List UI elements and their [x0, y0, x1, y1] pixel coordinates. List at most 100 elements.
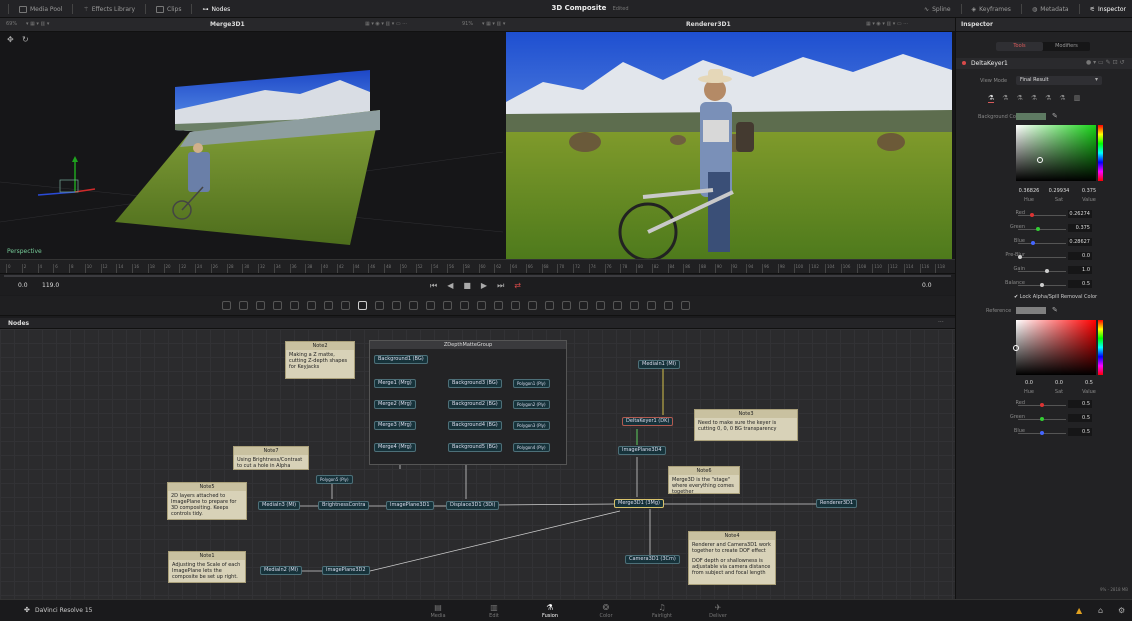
light3d-tool-icon[interactable]	[579, 301, 588, 310]
keyer-tab-settings-icon[interactable]: ▥	[1074, 94, 1081, 103]
keyframes-button[interactable]: ◈ Keyframes	[972, 6, 1011, 13]
red-value[interactable]: 0.26274	[1068, 210, 1092, 218]
node-brightness-contrast[interactable]: BrightnessContra	[318, 501, 370, 510]
note4[interactable]: Note4 Renderer and Camera3D1 work togeth…	[688, 531, 776, 585]
text3d-tool-icon[interactable]	[511, 301, 520, 310]
viewer2-options[interactable]: ▦ ▾ ◉ ▾ ▥ ▾ ▭ ···	[866, 21, 908, 27]
home-icon[interactable]: ⌂	[1098, 606, 1103, 615]
keyer-tab-pre-matte-icon[interactable]: ⚗	[1002, 94, 1008, 103]
color-picker-cursor[interactable]	[1037, 157, 1043, 163]
node-merge2[interactable]: Merge2 (Mrg)	[374, 400, 416, 409]
node-merge3[interactable]: Merge3 (Mrg)	[374, 421, 416, 430]
reference-color-swatch[interactable]	[1016, 307, 1046, 314]
reference-eyedropper-icon[interactable]: ✎	[1052, 306, 1058, 314]
particle-tool-icon[interactable]	[494, 301, 503, 310]
ref-sat-value[interactable]: 0.0	[1046, 380, 1072, 386]
page-fairlight[interactable]: ♫ Fairlight	[642, 603, 682, 619]
loop-icon[interactable]: ⇄	[514, 281, 521, 291]
node-background2[interactable]: Background2 (BG)	[448, 400, 502, 409]
go-to-end-icon[interactable]: ⏭	[497, 281, 504, 291]
node-polygon4[interactable]: Polygon4 (Ply)	[513, 443, 550, 452]
reference-hue-slider[interactable]	[1098, 320, 1103, 375]
node-background1[interactable]: Background1 (BG)	[374, 355, 428, 364]
clips-button[interactable]: Clips	[156, 5, 181, 13]
node-imageplane3d4[interactable]: ImagePlane3D4	[618, 446, 666, 455]
keyer-tab-matte-icon[interactable]: ⚗	[1017, 94, 1023, 103]
green-slider-knob[interactable]	[1036, 227, 1040, 231]
hue-slider[interactable]	[1098, 125, 1103, 181]
go-to-start-icon[interactable]: ⏮	[430, 281, 437, 291]
node-background3[interactable]: Background3 (BG)	[448, 379, 502, 388]
viewer1-controls[interactable]: ▾ ▦ ▾ ▥ ▾	[26, 21, 49, 27]
note5[interactable]: Note5 2D layers attached to ImagePlane t…	[167, 482, 247, 520]
nodes-button[interactable]: ⊶ Nodes	[202, 6, 230, 13]
node-displace3d1[interactable]: Displace3D1 (3Di)	[446, 501, 500, 510]
text-tool-icon[interactable]	[256, 301, 265, 310]
checkbox-checked-icon[interactable]: ✔	[1014, 294, 1018, 300]
node-deltakeyer1[interactable]: DeltaKeyer1 (DK)	[622, 417, 674, 426]
node-enable-dot[interactable]	[962, 61, 966, 65]
camera3d-tool-icon[interactable]	[562, 301, 571, 310]
keyer-tab-key-icon[interactable]: ⚗	[988, 94, 995, 103]
blue-slider-knob[interactable]	[1031, 241, 1035, 245]
renderer3d-tool-icon[interactable]	[613, 301, 622, 310]
bg-color-picker[interactable]	[1016, 125, 1096, 181]
emitter-tool-icon[interactable]	[477, 301, 486, 310]
inspector-button[interactable]: ⚟ Inspector	[1090, 6, 1126, 13]
node-mediain2[interactable]: MediaIn2 (MI)	[260, 566, 303, 575]
ref-blue-value[interactable]: 0.5	[1068, 428, 1092, 436]
page-edit[interactable]: ▥ Edit	[474, 603, 514, 619]
tracker-tool-icon[interactable]	[460, 301, 469, 310]
view-mode-select[interactable]: Final Result ▾	[1016, 76, 1102, 85]
viewer-3d-perspective[interactable]: ✥ ↻ Perspective	[0, 32, 503, 259]
ref-hue-value[interactable]: 0.0	[1016, 380, 1042, 386]
preblur-value[interactable]: 0.0	[1068, 252, 1092, 260]
node-header-icons[interactable]: ● ▾ ▭ ✎ ⊡ ↺	[1086, 59, 1125, 66]
lock-checkbox-row[interactable]: ✔ Lock Alpha/Spill Removal Color	[1014, 294, 1097, 300]
current-frame-field[interactable]: 0.0	[922, 282, 932, 289]
reference-color-picker[interactable]	[1013, 320, 1096, 375]
replace-material-tool-icon[interactable]	[647, 301, 656, 310]
ref-green-slider-knob[interactable]	[1040, 417, 1044, 421]
stop-icon[interactable]: ■	[463, 281, 471, 291]
node-mediain1[interactable]: MediaIn1 (MI)	[638, 360, 681, 369]
note2[interactable]: Note2 Making a Z matte, cutting Z-depth …	[285, 341, 355, 379]
play-reverse-icon[interactable]: ◀	[447, 281, 453, 291]
polygon-tool-icon[interactable]	[290, 301, 299, 310]
color-corrector-tool-icon[interactable]	[443, 301, 452, 310]
keyer-tab-fringe-icon[interactable]: ⚗	[1031, 94, 1037, 103]
keyer-tab-mask-icon[interactable]: ⚗	[1059, 94, 1065, 103]
media-pool-button[interactable]: Media Pool	[19, 5, 62, 13]
gain-value[interactable]: 1.0	[1068, 266, 1092, 274]
viewer1-options[interactable]: ▦ ▾ ◉ ▾ ▥ ▾ ▭ ···	[365, 21, 407, 27]
sat-value[interactable]: 0.29934	[1046, 188, 1072, 194]
node-camera3d1[interactable]: Camera3D1 (3Cm)	[625, 555, 680, 564]
green-slider-track[interactable]	[1018, 229, 1066, 230]
balance-slider-knob[interactable]	[1040, 283, 1044, 287]
node-background4[interactable]: Background4 (BG)	[448, 421, 502, 430]
note1[interactable]: Note1 Adjusting the Scale of each ImageP…	[168, 551, 246, 583]
node-merge4[interactable]: Merge4 (Mrg)	[374, 443, 416, 452]
viewer-render-output[interactable]	[503, 32, 955, 259]
ref-green-value[interactable]: 0.5	[1068, 414, 1092, 422]
sphere-tool-icon[interactable]	[681, 301, 690, 310]
node-polygon1[interactable]: Polygon1 (Ply)	[513, 379, 550, 388]
tab-tools[interactable]: Tools	[996, 42, 1043, 51]
crop-tool-icon[interactable]	[409, 301, 418, 310]
note7[interactable]: Note7 Using Brightness/Contrast to cut a…	[233, 446, 309, 470]
transform3d-tool-icon[interactable]	[664, 301, 673, 310]
node-merge1[interactable]: Merge1 (Mrg)	[374, 379, 416, 388]
transform-tool-icon[interactable]	[392, 301, 401, 310]
tab-modifiers[interactable]: Modifiers	[1043, 42, 1090, 51]
ref-blue-slider-knob[interactable]	[1040, 431, 1044, 435]
ref-value-value[interactable]: 0.5	[1076, 380, 1102, 386]
metadata-button[interactable]: ◍ Metadata	[1032, 6, 1069, 13]
settings-gear-icon[interactable]: ⚙	[1118, 606, 1125, 615]
viewer2-controls[interactable]: ▾ ▦ ▾ ▥ ▾	[482, 21, 505, 27]
merge3d-tool-icon[interactable]	[596, 301, 605, 310]
node-editor[interactable]: ZDepthMatteGroup Background1 (BG) Merge1…	[0, 329, 955, 599]
bspline-tool-icon[interactable]	[307, 301, 316, 310]
bg-color-swatch[interactable]	[1016, 113, 1046, 120]
gain-slider-track[interactable]	[1018, 271, 1066, 272]
balance-value[interactable]: 0.5	[1068, 280, 1092, 288]
